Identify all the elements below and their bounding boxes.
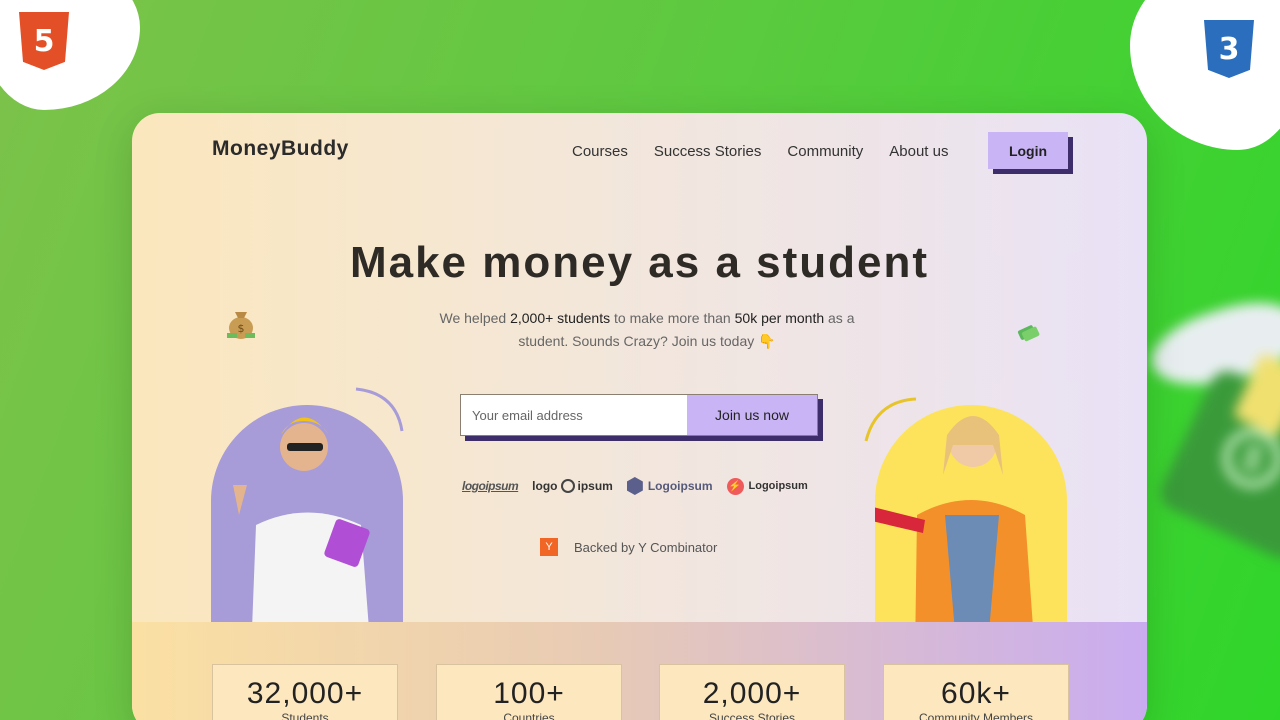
- stat-value: 60k+: [941, 677, 1011, 710]
- partner-logo-1: logoipsum: [462, 479, 519, 493]
- flying-money-icon: $: [1142, 288, 1280, 565]
- y-combinator-icon: Y: [540, 538, 558, 556]
- navbar: MoneyBuddy Courses Success Stories Commu…: [132, 113, 1147, 193]
- stat-value: 32,000+: [246, 677, 364, 710]
- cash-icon: [1017, 325, 1040, 342]
- nav-link-about-us[interactable]: About us: [889, 143, 948, 160]
- student-photo-right: [863, 405, 1067, 655]
- nav-links: Courses Success Stories Community About …: [572, 143, 974, 160]
- stat-card: 100+ Countries: [436, 664, 622, 720]
- hero-subtitle: We helped 2,000+ students to make more t…: [439, 310, 855, 349]
- pointing-down-icon: 👇: [758, 333, 776, 349]
- stat-label: Success Stories: [708, 711, 796, 720]
- css3-icon: 3: [1204, 20, 1254, 78]
- partner-logos: logoipsum logo ipsum Logoipsum ⚡ Logoipsum: [462, 477, 822, 495]
- hexagon-icon: [626, 477, 643, 495]
- target-icon: [560, 479, 575, 493]
- stat-card: 60k+ Community Members: [883, 664, 1069, 720]
- stat-label: Students: [281, 711, 329, 720]
- stat-label: Countries: [503, 711, 555, 720]
- partner-logo-4: ⚡ Logoipsum: [726, 477, 808, 495]
- nav-link-courses[interactable]: Courses: [572, 143, 628, 160]
- stats-section: 32,000+ Students 100+ Countries 2,000+ S…: [132, 622, 1147, 720]
- student-girl-illustration: [863, 416, 1035, 655]
- svg-text:$: $: [238, 322, 245, 335]
- email-field[interactable]: [461, 395, 687, 435]
- nav-link-success-stories[interactable]: Success Stories: [654, 143, 762, 160]
- brand-logo[interactable]: MoneyBuddy: [212, 137, 349, 161]
- nav-link-community[interactable]: Community: [787, 143, 863, 160]
- student-photo-left: [211, 405, 403, 655]
- stat-label: Community Members: [918, 711, 1034, 720]
- money-bag-icon: $: [227, 312, 255, 339]
- stat-value: 2,000+: [702, 677, 802, 710]
- html5-icon: 5: [19, 12, 69, 70]
- partner-logo-3: Logoipsum: [626, 477, 713, 495]
- partner-logo-2: logo ipsum: [532, 479, 613, 493]
- stat-value: 100+: [493, 677, 565, 710]
- landing-page-card: MoneyBuddy Courses Success Stories Commu…: [132, 113, 1147, 720]
- signup-form: Join us now: [460, 394, 823, 441]
- student-boy-illustration: [233, 417, 371, 655]
- backing-note: Y Backed by Y Combinator: [540, 538, 717, 556]
- join-button[interactable]: Join us now: [687, 395, 817, 435]
- login-button-wrap: Login: [988, 132, 1073, 174]
- login-button[interactable]: Login: [988, 132, 1068, 169]
- stat-card: 32,000+ Students: [212, 664, 398, 720]
- hero-title: Make money as a student: [349, 238, 930, 287]
- stat-card: 2,000+ Success Stories: [659, 664, 845, 720]
- bolt-icon: ⚡: [726, 477, 744, 495]
- backing-text: Backed by Y Combinator: [574, 539, 718, 555]
